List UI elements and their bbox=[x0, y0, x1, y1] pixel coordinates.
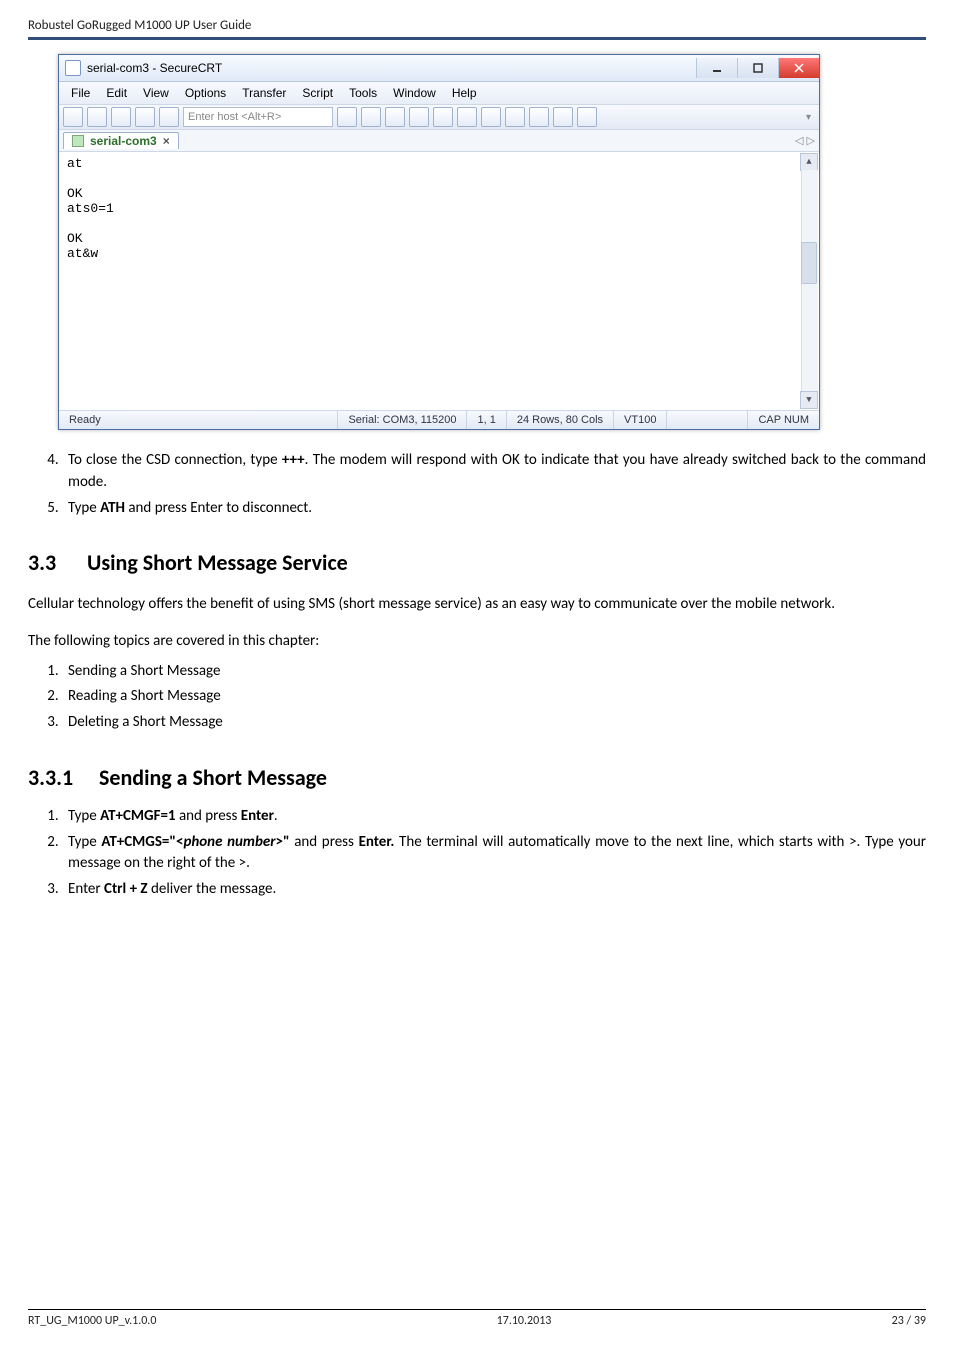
heading-title: Sending a Short Message bbox=[99, 764, 327, 791]
status-emul: VT100 bbox=[614, 411, 667, 429]
window-title: serial-com3 - SecureCRT bbox=[87, 61, 222, 75]
terminal-text: at OK ats0=1 OK at&w bbox=[67, 156, 114, 261]
app-icon bbox=[65, 60, 81, 76]
sec33-intro: Cellular technology offers the benefit o… bbox=[28, 594, 926, 616]
cmd-cmgf: AT+CMGF=1 bbox=[100, 807, 175, 825]
menu-window[interactable]: Window bbox=[387, 84, 442, 102]
menu-tools[interactable]: Tools bbox=[343, 84, 383, 102]
menu-script[interactable]: Script bbox=[296, 84, 339, 102]
menu-view[interactable]: View bbox=[137, 84, 175, 102]
tb-icon-11[interactable] bbox=[457, 107, 477, 127]
menu-transfer[interactable]: Transfer bbox=[236, 84, 292, 102]
status-ready: Ready bbox=[59, 411, 338, 429]
tab-label: serial-com3 bbox=[90, 134, 157, 148]
steps-4-5: To close the CSD connection, type +++. T… bbox=[28, 450, 926, 519]
tb-icon-1[interactable] bbox=[63, 107, 83, 127]
footer-left: RT_UG_M1000 UP_v.1.0.0 bbox=[28, 1314, 156, 1328]
tb-icon-15[interactable] bbox=[553, 107, 573, 127]
scroll-down-icon[interactable]: ▼ bbox=[800, 391, 818, 409]
step-331-3: Enter Ctrl + Z deliver the message. bbox=[62, 879, 926, 901]
heading-title: Using Short Message Service bbox=[87, 549, 348, 576]
menu-edit[interactable]: Edit bbox=[100, 84, 133, 102]
topic-1: Sending a Short Message bbox=[62, 661, 926, 683]
tb-icon-8[interactable] bbox=[385, 107, 405, 127]
sec33-topic-list: Sending a Short Message Reading a Short … bbox=[28, 661, 926, 734]
tb-icon-9[interactable] bbox=[409, 107, 429, 127]
heading-3-3-1: 3.3.1 Sending a Short Message bbox=[28, 762, 926, 794]
status-cursor: 1, 1 bbox=[467, 411, 506, 429]
step-331-2: Type AT+CMGS="<phone number>" and press … bbox=[62, 832, 926, 876]
cmd-ctrlz: Ctrl + Z bbox=[104, 880, 148, 898]
step-331-1: Type AT+CMGF=1 and press Enter. bbox=[62, 806, 926, 828]
connected-icon bbox=[72, 135, 84, 147]
toolbar-overflow-icon[interactable]: ▾ bbox=[802, 112, 815, 123]
maximize-button[interactable] bbox=[737, 58, 778, 78]
steps-331: Type AT+CMGF=1 and press Enter. Type AT+… bbox=[28, 806, 926, 901]
minimize-button[interactable] bbox=[696, 58, 737, 78]
footer-right: 23 / 39 bbox=[892, 1314, 926, 1328]
status-bar: Ready Serial: COM3, 115200 1, 1 24 Rows,… bbox=[59, 411, 819, 429]
cmd-ath: ATH bbox=[100, 499, 125, 517]
tb-icon-13[interactable] bbox=[505, 107, 525, 127]
tab-serial-com3[interactable]: serial-com3 × bbox=[63, 132, 179, 149]
heading-3-3: 3.3 Using Short Message Service bbox=[28, 547, 926, 579]
close-button[interactable] bbox=[778, 58, 819, 78]
tb-icon-14[interactable] bbox=[529, 107, 549, 127]
tb-icon-16[interactable] bbox=[577, 107, 597, 127]
tb-icon-2[interactable] bbox=[87, 107, 107, 127]
tb-icon-12[interactable] bbox=[481, 107, 501, 127]
tab-close-icon[interactable]: × bbox=[163, 134, 170, 148]
heading-num: 3.3.1 bbox=[28, 762, 94, 794]
menu-file[interactable]: File bbox=[65, 84, 96, 102]
scroll-up-icon[interactable]: ▲ bbox=[800, 153, 818, 171]
tb-icon-3[interactable] bbox=[111, 107, 131, 127]
scrollbar-thumb[interactable] bbox=[801, 242, 817, 284]
tb-icon-6[interactable] bbox=[337, 107, 357, 127]
tb-icon-5[interactable] bbox=[159, 107, 179, 127]
sec33-topics-lead: The following topics are covered in this… bbox=[28, 631, 926, 653]
session-tabs: serial-com3 × ◁ ▷ bbox=[59, 130, 819, 152]
step-4: To close the CSD connection, type +++. T… bbox=[62, 450, 926, 494]
status-size: 24 Rows, 80 Cols bbox=[507, 411, 614, 429]
menu-options[interactable]: Options bbox=[179, 84, 232, 102]
toolbar: Enter host <Alt+R> ▾ bbox=[59, 105, 819, 130]
phone-number-placeholder: phone number bbox=[183, 833, 275, 851]
page-header: Robustel GoRugged M1000 UP User Guide bbox=[28, 18, 926, 33]
cmd-ppp: +++ bbox=[282, 451, 305, 469]
menu-bar: File Edit View Options Transfer Script T… bbox=[59, 82, 819, 105]
tb-icon-4[interactable] bbox=[135, 107, 155, 127]
topic-3: Deleting a Short Message bbox=[62, 712, 926, 734]
menu-help[interactable]: Help bbox=[446, 84, 483, 102]
topic-2: Reading a Short Message bbox=[62, 686, 926, 708]
status-caps: CAP NUM bbox=[748, 411, 819, 429]
status-port: Serial: COM3, 115200 bbox=[338, 411, 467, 429]
page-footer: RT_UG_M1000 UP_v.1.0.0 17.10.2013 23 / 3… bbox=[28, 1309, 926, 1328]
terminal-output[interactable]: at OK ats0=1 OK at&w ▲ ▼ bbox=[59, 152, 819, 411]
heading-num: 3.3 bbox=[28, 547, 82, 579]
step-5: Type ATH and press Enter to disconnect. bbox=[62, 498, 926, 520]
tab-nav-arrows[interactable]: ◁ ▷ bbox=[795, 134, 815, 147]
tb-icon-7[interactable] bbox=[361, 107, 381, 127]
securecrt-window: serial-com3 - SecureCRT File Edit View O… bbox=[58, 54, 820, 430]
footer-mid: 17.10.2013 bbox=[497, 1314, 552, 1328]
host-input[interactable]: Enter host <Alt+R> bbox=[183, 107, 333, 127]
tb-icon-10[interactable] bbox=[433, 107, 453, 127]
header-rule bbox=[28, 37, 926, 40]
titlebar[interactable]: serial-com3 - SecureCRT bbox=[59, 55, 819, 82]
